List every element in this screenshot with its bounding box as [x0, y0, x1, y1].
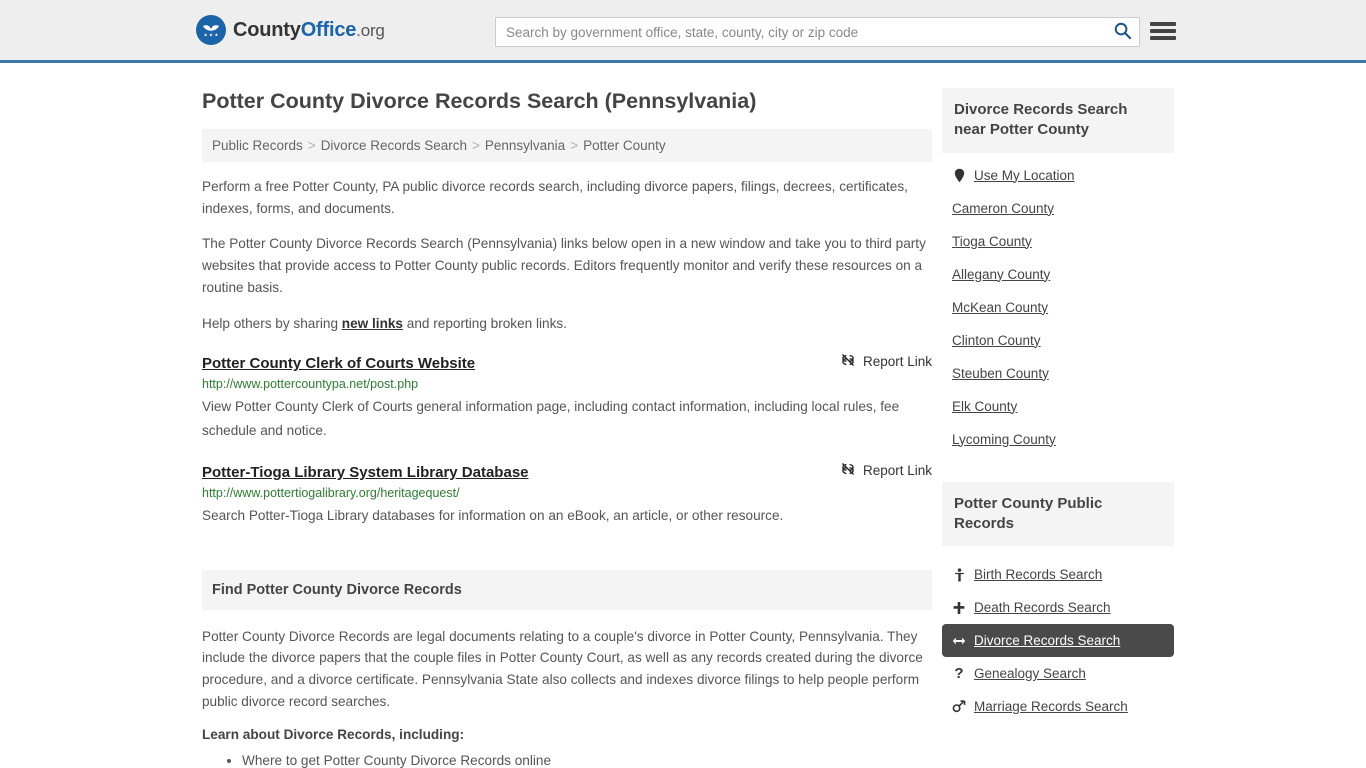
- result-header: Potter County Clerk of Courts Website Re…: [202, 352, 932, 372]
- sidebar-item-death-records-search[interactable]: Death Records Search: [942, 591, 1174, 624]
- sidebar-item-elk-county[interactable]: Elk County: [942, 390, 1174, 423]
- sidebar-item-label[interactable]: Cameron County: [952, 201, 1054, 216]
- map-pin-icon: [952, 168, 966, 183]
- result-title-link[interactable]: Potter County Clerk of Courts Website: [202, 355, 475, 372]
- page-title: Potter County Divorce Records Search (Pe…: [202, 89, 757, 113]
- intro-paragraph-1: Perform a free Potter County, PA public …: [202, 178, 908, 216]
- breadcrumb-item-pennsylvania[interactable]: Pennsylvania: [485, 138, 565, 153]
- intro-paragraph-3: Help others by sharing new links and rep…: [202, 313, 932, 335]
- search-bar[interactable]: [495, 17, 1140, 47]
- sidebar-item-clinton-county[interactable]: Clinton County: [942, 324, 1174, 357]
- site-logo[interactable]: CountyOffice.org: [196, 15, 385, 45]
- breadcrumb: Public Records > Divorce Records Search > Pe…: [202, 128, 932, 162]
- result-item: Potter-Tioga Library System Library Data…: [202, 461, 932, 528]
- intro-paragraph-2: The Potter County Divorce Records Search…: [202, 236, 926, 295]
- find-section-body: Potter County Divorce Records are legal …: [202, 610, 932, 768]
- sidebar-item-label[interactable]: Lycoming County: [952, 432, 1056, 447]
- sidebar-item-steuben-county[interactable]: Steuben County: [942, 357, 1174, 390]
- menu-bar-2: [1150, 29, 1176, 33]
- sidebar-item-label[interactable]: Use My Location: [974, 168, 1075, 183]
- sidebar-item-label[interactable]: Marriage Records Search: [974, 699, 1128, 714]
- sidebar-item-label[interactable]: Divorce Records Search: [974, 633, 1120, 648]
- sidebar-item-mckean-county[interactable]: McKean County: [942, 291, 1174, 324]
- breadcrumb-separator: >: [570, 137, 579, 153]
- sidebar-item-label[interactable]: McKean County: [952, 300, 1048, 315]
- report-link-label: Report Link: [862, 462, 932, 478]
- sidebar-item-label[interactable]: Death Records Search: [974, 600, 1111, 615]
- mars-venus-icon: [952, 700, 966, 713]
- report-link-label: Report Link: [862, 354, 932, 370]
- find-section-paragraph: Potter County Divorce Records are legal …: [202, 628, 923, 709]
- main-column: Potter County Divorce Records Search (Pe…: [202, 63, 932, 768]
- report-link-button[interactable]: Report Link: [840, 352, 932, 371]
- sidebar-item-label[interactable]: Allegany County: [952, 267, 1050, 282]
- sidebar-item-label[interactable]: Clinton County: [952, 333, 1041, 348]
- brand-part-office: Office: [300, 18, 357, 41]
- result-url[interactable]: http://www.pottertiogalibrary.org/herita…: [202, 486, 932, 500]
- find-section-heading: Find Potter County Divorce Records: [202, 569, 932, 610]
- sidebar-public-records-list: Birth Records Search Death Records Searc…: [942, 552, 1174, 723]
- sidebar-item-birth-records-search[interactable]: Birth Records Search: [942, 558, 1174, 591]
- sidebar-item-label[interactable]: Steuben County: [952, 366, 1049, 381]
- eagle-stars-seal-icon: [196, 15, 226, 45]
- learn-about-heading: Learn about Divorce Records, including:: [202, 726, 465, 742]
- sidebar-item-label[interactable]: Tioga County: [952, 234, 1032, 249]
- sidebar-item-genealogy-search[interactable]: ? Genealogy Search: [942, 657, 1174, 690]
- report-link-button[interactable]: Report Link: [840, 461, 932, 480]
- breadcrumb-item-potter-county: Potter County: [583, 137, 666, 153]
- sidebar-item-tioga-county[interactable]: Tioga County: [942, 225, 1174, 258]
- result-description: Search Potter-Tioga Library databases fo…: [202, 507, 784, 523]
- hamburger-menu-icon[interactable]: [1150, 20, 1176, 42]
- sidebar-public-records-heading: Potter County Public Records: [942, 481, 1174, 546]
- cross-icon: [952, 601, 966, 615]
- share-text-before: Help others by sharing: [202, 315, 342, 331]
- content-wrapper: Potter County Divorce Records Search (Pe…: [193, 63, 1174, 768]
- new-links-link[interactable]: new links: [342, 316, 403, 331]
- site-header: CountyOffice.org: [0, 0, 1366, 63]
- broken-link-icon: [840, 461, 856, 480]
- search-icon: [1113, 21, 1132, 43]
- sidebar-item-label[interactable]: Birth Records Search: [974, 567, 1102, 582]
- sidebar-item-use-my-location[interactable]: Use My Location: [942, 159, 1174, 192]
- result-description: View Potter County Clerk of Courts gener…: [202, 399, 900, 439]
- menu-bar-3: [1150, 36, 1176, 40]
- sidebar-item-label[interactable]: Genealogy Search: [974, 666, 1086, 681]
- question-mark-icon: ?: [954, 665, 964, 682]
- sidebar-item-allegany-county[interactable]: Allegany County: [942, 258, 1174, 291]
- breadcrumb-separator: >: [307, 137, 316, 153]
- sidebar-item-divorce-records-search[interactable]: Divorce Records Search: [942, 624, 1174, 657]
- brand-text: CountyOffice.org: [233, 19, 385, 42]
- search-input[interactable]: [496, 18, 1105, 46]
- result-url[interactable]: http://www.pottercountypa.net/post.php: [202, 377, 932, 391]
- sidebar-nearby-list: Use My Location Cameron County Tioga Cou…: [942, 153, 1174, 456]
- sidebar-item-lycoming-county[interactable]: Lycoming County: [942, 423, 1174, 456]
- left-right-arrows-icon: [952, 635, 966, 647]
- breadcrumb-separator: >: [472, 137, 480, 153]
- page-body: Potter County Divorce Records Search (Pe…: [0, 63, 1366, 768]
- breadcrumb-item-divorce-records-search[interactable]: Divorce Records Search: [321, 138, 467, 153]
- baby-icon: [952, 567, 966, 582]
- menu-bar-1: [1150, 22, 1176, 26]
- brand-part-county: County: [233, 18, 301, 41]
- sidebar-item-cameron-county[interactable]: Cameron County: [942, 192, 1174, 225]
- result-title-link[interactable]: Potter-Tioga Library System Library Data…: [202, 464, 529, 481]
- sidebar: Divorce Records Search near Potter Count…: [942, 63, 1174, 723]
- brand-part-org: .org: [356, 20, 385, 40]
- broken-link-icon: [840, 352, 856, 371]
- result-item: Potter County Clerk of Courts Website Re…: [202, 352, 932, 443]
- sidebar-nearby-heading: Divorce Records Search near Potter Count…: [942, 88, 1174, 153]
- breadcrumb-item-public-records[interactable]: Public Records: [212, 138, 303, 153]
- learn-about-list: Where to get Potter County Divorce Recor…: [202, 749, 932, 768]
- list-item: Where to get Potter County Divorce Recor…: [242, 749, 932, 768]
- sidebar-item-label[interactable]: Elk County: [952, 399, 1017, 414]
- search-button[interactable]: [1105, 18, 1139, 46]
- sidebar-item-marriage-records-search[interactable]: Marriage Records Search: [942, 690, 1174, 723]
- share-text-after: and reporting broken links.: [403, 315, 567, 331]
- result-header: Potter-Tioga Library System Library Data…: [202, 461, 932, 481]
